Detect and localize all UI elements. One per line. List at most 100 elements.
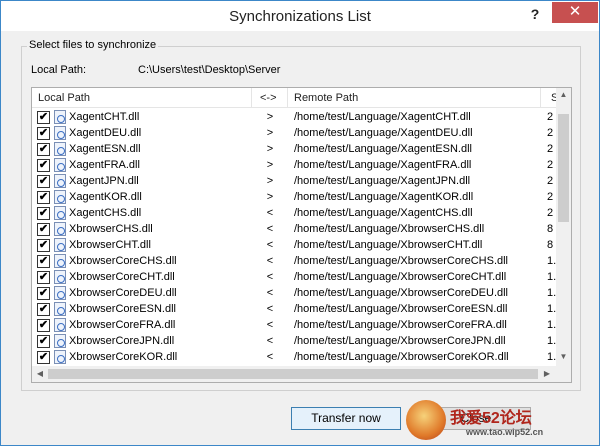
local-file-name: XagentKOR.dll	[69, 191, 142, 203]
remote-file-path: /home/test/Language/XagentKOR.dll	[294, 191, 474, 203]
file-size: 1.	[547, 335, 557, 347]
remote-file-path: /home/test/Language/XbrowserCoreCHS.dll	[294, 255, 509, 267]
table-row[interactable]: ✔ XagentCHS.dll < /home/test/Language/Xagen…	[32, 205, 556, 221]
file-size: 1.	[547, 319, 557, 331]
horizontal-scrollbar[interactable]: ◀ ▶	[32, 366, 556, 382]
table-row[interactable]: ✔ XagentJPN.dll > /home/test/Language/Xagen…	[32, 173, 556, 189]
column-divider[interactable]	[287, 88, 288, 108]
dll-file-icon	[54, 190, 66, 204]
file-size: 2	[547, 207, 554, 219]
remote-file-path: /home/test/Language/XagentESN.dll	[294, 143, 472, 155]
table-row[interactable]: ✔ XbrowserCoreKOR.dll < /home/test/Language…	[32, 349, 556, 365]
scroll-down-icon[interactable]: ▼	[558, 352, 569, 361]
file-size: 2	[547, 127, 554, 139]
row-checkbox[interactable]: ✔	[37, 223, 50, 236]
watermark-text: 我爱52论坛	[450, 410, 532, 427]
table-row[interactable]: ✔ XagentDEU.dll > /home/test/Language/Xagen…	[32, 125, 556, 141]
table-row[interactable]: ✔ XbrowserCoreDEU.dll < /home/test/Language…	[32, 285, 556, 301]
vertical-scrollbar[interactable]: ▲ ▼	[556, 88, 571, 366]
sync-direction: >	[266, 159, 274, 171]
sync-file-list[interactable]: Local Path <-> Remote Path S ✔ XagentCHT.…	[31, 87, 572, 383]
local-path-value: C:\Users\test\Desktop\Server	[138, 64, 281, 76]
horizontal-scroll-thumb[interactable]	[48, 369, 538, 379]
local-file-name: XagentFRA.dll	[69, 159, 140, 171]
scroll-right-icon[interactable]: ▶	[542, 369, 552, 378]
row-checkbox[interactable]: ✔	[37, 207, 50, 220]
column-header-direction[interactable]: <->	[260, 92, 277, 104]
dll-file-icon	[54, 350, 66, 364]
local-file-name: XbrowserCoreDEU.dll	[69, 287, 177, 299]
table-row[interactable]: ✔ XagentFRA.dll > /home/test/Language/Xagen…	[32, 157, 556, 173]
help-button[interactable]: ?	[528, 6, 542, 24]
table-row[interactable]: ✔ XbrowserCoreJPN.dll < /home/test/Language…	[32, 333, 556, 349]
local-file-name: XbrowserCoreCHT.dll	[69, 271, 175, 283]
row-checkbox[interactable]: ✔	[37, 239, 50, 252]
local-path-label: Local Path:	[31, 64, 87, 76]
vertical-scroll-thumb[interactable]	[558, 114, 569, 222]
dll-file-icon	[54, 222, 66, 236]
scroll-up-icon[interactable]: ▲	[558, 90, 569, 99]
row-checkbox[interactable]: ✔	[37, 255, 50, 268]
row-checkbox[interactable]: ✔	[37, 175, 50, 188]
local-file-name: XbrowserCoreCHS.dll	[69, 255, 177, 267]
row-checkbox[interactable]: ✔	[37, 159, 50, 172]
watermark-logo-icon	[406, 400, 446, 440]
row-checkbox[interactable]: ✔	[37, 303, 50, 316]
dll-file-icon	[54, 126, 66, 140]
local-file-name: XbrowserCHS.dll	[69, 223, 153, 235]
file-size: 2	[547, 159, 554, 171]
row-checkbox[interactable]: ✔	[37, 143, 50, 156]
column-divider[interactable]	[540, 88, 541, 108]
file-size: 1.	[547, 255, 557, 267]
sync-list-dialog: Synchronizations List ? ✕ Select files t…	[0, 0, 600, 446]
remote-file-path: /home/test/Language/XbrowserCHS.dll	[294, 223, 485, 235]
table-row[interactable]: ✔ XagentCHT.dll > /home/test/Language/Xagen…	[32, 109, 556, 125]
local-file-name: XbrowserCoreJPN.dll	[69, 335, 175, 347]
table-row[interactable]: ✔ XbrowserCHS.dll < /home/test/Language/Xbr…	[32, 221, 556, 237]
remote-file-path: /home/test/Language/XbrowserCoreFRA.dll	[294, 319, 507, 331]
table-row[interactable]: ✔ XbrowserCHT.dll < /home/test/Language/Xbr…	[32, 237, 556, 253]
scroll-corner	[556, 366, 571, 382]
column-header-local-path[interactable]: Local Path	[38, 92, 90, 104]
local-file-name: XbrowserCHT.dll	[69, 239, 151, 251]
row-checkbox[interactable]: ✔	[37, 287, 50, 300]
close-window-button[interactable]: ✕	[552, 2, 598, 23]
sync-direction: >	[266, 127, 274, 139]
transfer-now-button[interactable]: Transfer now	[291, 407, 401, 430]
local-file-name: XagentESN.dll	[69, 143, 141, 155]
sync-direction: <	[266, 287, 274, 299]
table-row[interactable]: ✔ XbrowserCoreFRA.dll < /home/test/Language…	[32, 317, 556, 333]
remote-file-path: /home/test/Language/XbrowserCoreKOR.dll	[294, 351, 509, 363]
sync-direction: <	[266, 239, 274, 251]
row-checkbox[interactable]: ✔	[37, 319, 50, 332]
table-row[interactable]: ✔ XagentESN.dll > /home/test/Language/Xagen…	[32, 141, 556, 157]
dll-file-icon	[54, 238, 66, 252]
row-checkbox[interactable]: ✔	[37, 335, 50, 348]
column-header-remote-path[interactable]: Remote Path	[294, 92, 358, 104]
table-row[interactable]: ✔ XagentKOR.dll > /home/test/Language/Xagen…	[32, 189, 556, 205]
row-checkbox[interactable]: ✔	[37, 191, 50, 204]
sync-direction: <	[266, 271, 274, 283]
file-size: 2	[547, 175, 554, 187]
file-size: 8	[547, 239, 554, 251]
remote-file-path: /home/test/Language/XagentCHT.dll	[294, 111, 471, 123]
row-checkbox[interactable]: ✔	[37, 351, 50, 364]
list-header: Local Path <-> Remote Path S	[32, 88, 571, 108]
local-file-name: XagentDEU.dll	[69, 127, 142, 139]
row-checkbox[interactable]: ✔	[37, 111, 50, 124]
local-file-name: XbrowserCoreFRA.dll	[69, 319, 176, 331]
scroll-left-icon[interactable]: ◀	[35, 369, 45, 378]
table-row[interactable]: ✔ XbrowserCoreESN.dll < /home/test/Language…	[32, 301, 556, 317]
row-checkbox[interactable]: ✔	[37, 127, 50, 140]
file-size: 8	[547, 223, 554, 235]
column-divider[interactable]	[251, 88, 252, 108]
table-row[interactable]: ✔ XbrowserCoreCHT.dll < /home/test/Language…	[32, 269, 556, 285]
remote-file-path: /home/test/Language/XbrowserCHT.dll	[294, 239, 483, 251]
local-file-name: XagentJPN.dll	[69, 175, 139, 187]
title-bar[interactable]: Synchronizations List ? ✕	[1, 1, 599, 31]
window-title: Synchronizations List	[229, 8, 371, 25]
list-rows: ✔ XagentCHT.dll > /home/test/Language/Xagen…	[32, 109, 556, 365]
sync-direction: <	[266, 335, 274, 347]
table-row[interactable]: ✔ XbrowserCoreCHS.dll < /home/test/Language…	[32, 253, 556, 269]
row-checkbox[interactable]: ✔	[37, 271, 50, 284]
